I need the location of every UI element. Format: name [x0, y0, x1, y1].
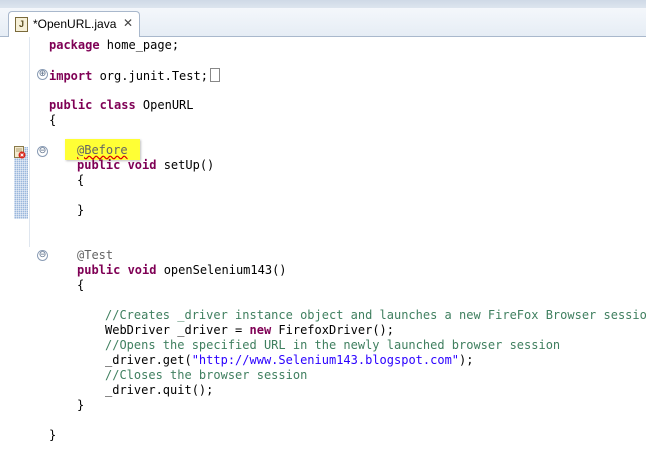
code-line-package: package home_page; — [49, 38, 180, 52]
collapse-test-icon[interactable]: ⊖ — [37, 250, 48, 261]
code-line-comment-creates: //Creates _driver instance object and la… — [105, 308, 646, 322]
ruler-divider — [29, 37, 30, 247]
code-line-comment-closes: //Closes the browser session — [105, 368, 308, 382]
close-icon[interactable]: ✕ — [123, 16, 133, 30]
expand-imports-icon[interactable]: ⊕ — [37, 69, 48, 80]
code-line-class-close: } — [49, 428, 57, 442]
code-line-setup-open: { — [77, 173, 85, 187]
code-line-get: _driver.get("http://www.Selenium143.blog… — [105, 353, 474, 367]
collapse-setup-icon[interactable]: ⊖ — [37, 146, 48, 157]
tab-title: *OpenURL.java — [33, 17, 117, 31]
code-line-setup-decl: public void setUp() — [77, 158, 215, 172]
code-line-test-decl: public void openSelenium143() — [77, 263, 287, 277]
editor-ruler — [0, 37, 12, 461]
code-line-test-open: { — [77, 278, 85, 292]
code-line-class-open: { — [49, 113, 57, 127]
editor-tab-bar: J *OpenURL.java ✕ — [0, 8, 646, 37]
code-line-quit: _driver.quit(); — [105, 383, 214, 397]
error-marker-icon[interactable] — [14, 146, 26, 159]
code-line-class-decl: public class OpenURL — [49, 98, 194, 112]
tab-openurl-java[interactable]: J *OpenURL.java ✕ — [8, 11, 140, 37]
code-line-comment-opens: //Opens the specified URL in the newly l… — [105, 338, 561, 352]
before-annotation-highlight[interactable]: @Before — [65, 139, 140, 160]
code-line-webdriver: WebDriver _driver = new FirefoxDriver(); — [105, 323, 395, 337]
code-line-setup-close: } — [77, 203, 85, 217]
code-line-test-close: } — [77, 398, 85, 412]
code-line-before: @Before — [65, 139, 140, 160]
code-line-test-annotation: @Test — [77, 248, 114, 262]
java-file-icon: J — [15, 17, 28, 32]
collapsed-imports-box[interactable] — [209, 68, 220, 82]
code-line-import: import org.junit.Test; — [49, 68, 220, 84]
